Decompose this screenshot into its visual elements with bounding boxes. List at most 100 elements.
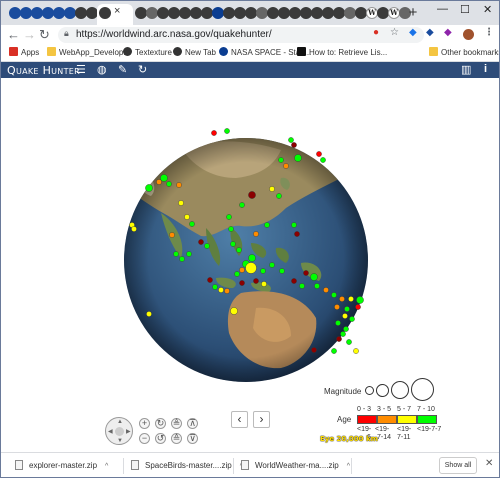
pan-center[interactable] — [115, 427, 124, 436]
avatar[interactable] — [463, 29, 474, 40]
exaggeration-up-icon[interactable]: ⊼ — [187, 418, 198, 429]
quake-marker[interactable] — [261, 281, 267, 287]
quake-marker[interactable] — [269, 186, 275, 192]
quake-marker[interactable] — [323, 287, 329, 293]
quake-marker[interactable] — [253, 278, 259, 284]
quake-marker[interactable] — [331, 348, 337, 354]
quake-marker[interactable] — [186, 251, 192, 257]
pan-up-icon[interactable]: ▲ — [117, 419, 123, 425]
download-item[interactable]: WorldWeather-ma....zip ^ — [241, 458, 350, 474]
tilt-down-icon[interactable]: ≙ — [171, 433, 182, 444]
pan-down-icon[interactable]: ▼ — [117, 438, 123, 444]
pan-right-icon[interactable]: ▶ — [126, 428, 131, 435]
quake-marker[interactable] — [283, 163, 289, 169]
quake-marker[interactable] — [260, 268, 266, 274]
quake-marker[interactable] — [349, 316, 355, 322]
quake-marker[interactable] — [346, 339, 352, 345]
quake-marker[interactable] — [239, 202, 245, 208]
quake-marker[interactable] — [335, 320, 341, 326]
back-button[interactable]: ← — [7, 27, 20, 42]
quake-marker[interactable] — [248, 191, 256, 199]
reload-button[interactable]: ↻ — [39, 27, 50, 43]
quake-marker[interactable] — [291, 222, 297, 228]
quake-marker[interactable] — [226, 214, 232, 220]
quake-marker[interactable] — [211, 130, 217, 136]
close-window-button[interactable]: ✕ — [483, 3, 492, 16]
info-icon[interactable]: i — [484, 63, 487, 75]
bookmark-item[interactable]: New Tab — [173, 47, 216, 57]
quake-marker[interactable] — [228, 226, 234, 232]
quake-marker[interactable] — [224, 288, 230, 294]
quake-marker[interactable] — [336, 336, 342, 342]
quake-marker[interactable] — [340, 331, 346, 337]
quake-marker[interactable] — [212, 284, 218, 290]
quake-marker[interactable] — [234, 271, 240, 277]
tab-close-icon[interactable]: × — [114, 5, 120, 17]
extension-icon[interactable]: ◆ — [409, 27, 417, 38]
bar-chart-icon[interactable]: ▥ — [461, 63, 471, 76]
pan-control[interactable]: ▲ ▼ ◀ ▶ — [105, 417, 133, 445]
bookmark-item[interactable]: Other bookmarks — [429, 47, 499, 57]
quake-marker[interactable] — [230, 307, 238, 315]
extension-icon[interactable]: ● — [373, 27, 379, 38]
quake-marker[interactable] — [218, 287, 224, 293]
download-item[interactable]: explorer-master.zip ^ — [15, 458, 108, 474]
quake-marker[interactable] — [264, 222, 270, 228]
zoom-in-icon[interactable]: + — [139, 418, 150, 429]
quake-marker[interactable] — [236, 247, 242, 253]
address-bar[interactable]: 🔒︎ https://worldwind.arc.nasa.gov/quakeh… — [58, 27, 424, 43]
quake-marker[interactable] — [230, 241, 236, 247]
quake-marker[interactable] — [355, 304, 361, 310]
quake-marker[interactable] — [207, 277, 213, 283]
globe-icon[interactable]: ◍ — [97, 63, 107, 76]
quake-marker[interactable] — [279, 268, 285, 274]
quake-marker[interactable] — [253, 231, 259, 237]
quake-marker[interactable] — [291, 142, 297, 148]
menu-icon[interactable]: ⋮ — [484, 27, 494, 38]
bookmark-star-icon[interactable]: ☆ — [390, 27, 399, 38]
quake-marker[interactable] — [278, 157, 284, 163]
quake-marker[interactable] — [339, 296, 345, 302]
quake-marker[interactable] — [248, 254, 256, 262]
tab-active[interactable]: × — [97, 4, 133, 25]
quake-marker[interactable] — [276, 193, 282, 199]
quake-marker[interactable] — [239, 280, 245, 286]
quake-marker[interactable] — [224, 128, 230, 134]
bookmark-item[interactable]: Apps — [9, 47, 39, 57]
quake-marker[interactable] — [344, 306, 350, 312]
minimize-window-button[interactable]: — — [437, 3, 448, 15]
rotate-ccw-icon[interactable]: ↺ — [155, 433, 166, 444]
quake-marker[interactable] — [146, 311, 152, 317]
quake-marker[interactable] — [311, 347, 317, 353]
rotate-cw-icon[interactable]: ↻ — [155, 418, 166, 429]
globe-viewport[interactable]: ▲ ▼ ◀ ▶ + − ↻ ↺ ≜ ≙ ⊼ ⊽ ‹ › Magnitude Ag… — [1, 78, 499, 452]
download-item[interactable]: SpaceBirds-master....zip^ — [131, 458, 243, 474]
quake-marker[interactable] — [291, 278, 297, 284]
refresh-icon[interactable]: ↻ — [138, 63, 147, 76]
quake-marker[interactable] — [166, 181, 172, 187]
zoom-out-icon[interactable]: − — [139, 433, 150, 444]
quake-marker[interactable] — [310, 273, 318, 281]
extension-icon[interactable]: ◆ — [444, 27, 452, 38]
prev-page-button[interactable]: ‹ — [231, 411, 248, 428]
new-tab-button[interactable]: + — [405, 5, 421, 21]
quake-marker[interactable] — [156, 179, 162, 185]
quake-marker[interactable] — [145, 184, 153, 192]
quake-marker[interactable] — [184, 214, 190, 220]
quake-marker[interactable] — [299, 283, 305, 289]
layers-icon[interactable]: ☰ — [76, 63, 86, 76]
quake-marker[interactable] — [176, 182, 182, 188]
quake-marker[interactable] — [169, 232, 175, 238]
maximize-window-button[interactable]: ☐ — [460, 3, 470, 16]
quake-marker[interactable] — [314, 283, 320, 289]
quake-marker[interactable] — [178, 200, 184, 206]
quake-marker[interactable] — [348, 296, 354, 302]
quake-marker[interactable] — [189, 221, 195, 227]
quake-marker[interactable] — [294, 154, 302, 162]
quake-marker[interactable] — [173, 251, 179, 257]
quake-marker[interactable] — [160, 174, 168, 182]
quake-marker[interactable] — [239, 267, 245, 273]
quake-marker[interactable] — [179, 256, 185, 262]
tilt-up-icon[interactable]: ≜ — [171, 418, 182, 429]
forward-button[interactable]: → — [23, 27, 36, 42]
